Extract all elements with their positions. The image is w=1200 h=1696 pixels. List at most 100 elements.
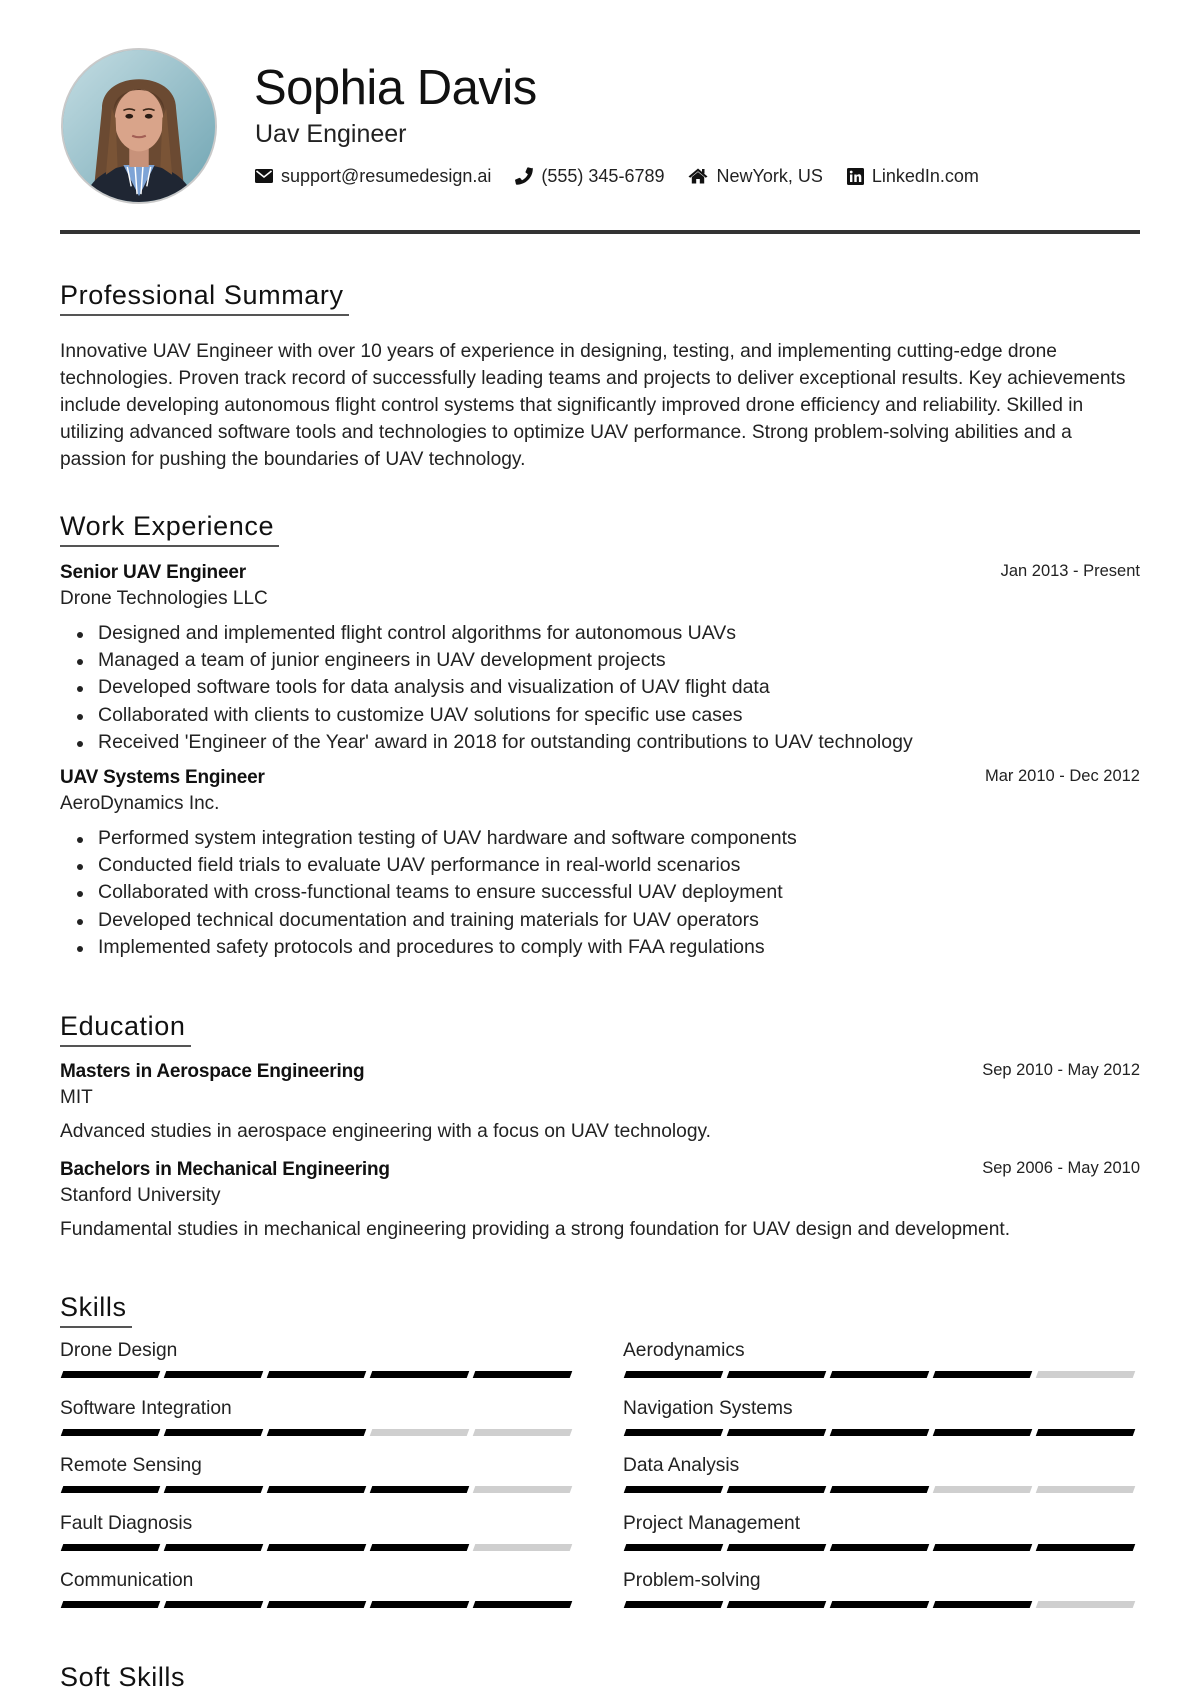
skill-segment-filled	[726, 1371, 827, 1378]
skill-name: Data Analysis	[623, 1455, 740, 1476]
skill-segment-filled	[60, 1601, 161, 1608]
education-date: Sep 2010 - May 2012	[982, 1061, 1140, 1079]
education-description: Fundamental studies in mechanical engine…	[60, 1219, 1011, 1240]
skill-segment-filled	[266, 1428, 367, 1436]
education-section: Education Masters in Aerospace Engineeri…	[60, 1009, 1140, 1243]
skill-name: Aerodynamics	[623, 1340, 745, 1361]
skill-segment-filled	[369, 1486, 470, 1493]
skill-segment-empty	[1035, 1486, 1136, 1493]
candidate-title: Uav Engineer	[255, 120, 407, 148]
contact-email-text: support@resumedesign.ai	[281, 166, 492, 186]
skill-level-bar	[60, 1543, 575, 1551]
skill-segment-filled	[163, 1486, 264, 1493]
resume-page: Sophia Davis Uav Engineer support@resume…	[60, 0, 1140, 1692]
skill-segment-empty	[1035, 1601, 1136, 1608]
skill-level-bar	[60, 1486, 575, 1493]
skill-segment-filled	[60, 1543, 161, 1551]
skill-item: Communication	[60, 1568, 575, 1626]
skill-segment-filled	[932, 1371, 1033, 1378]
work-experience-section: Work Experience Senior UAV Engineer Jan …	[60, 509, 1140, 961]
skill-segment-filled	[369, 1601, 470, 1608]
contact-email[interactable]: support@resumedesign.ai	[255, 164, 491, 188]
skill-name: Remote Sensing	[60, 1455, 202, 1476]
section-title-work: Work Experience	[60, 509, 280, 547]
skill-segment-filled	[829, 1543, 930, 1551]
job-bullets: Designed and implemented flight control …	[60, 620, 1140, 756]
job-bullet: Developed technical documentation and tr…	[60, 907, 1140, 934]
avatar	[61, 48, 217, 204]
skill-segment-filled	[932, 1601, 1033, 1608]
job-bullet: Collaborated with cross-functional teams…	[60, 879, 1140, 906]
contact-linkedin[interactable]: LinkedIn.com	[846, 164, 979, 188]
skill-segment-empty	[932, 1486, 1033, 1493]
skill-segment-filled	[726, 1428, 827, 1436]
degree-title: Masters in Aerospace Engineering	[60, 1061, 365, 1082]
section-title-soft-skills: Soft Skills	[60, 1662, 186, 1692]
skill-item: Data Analysis	[623, 1453, 1138, 1511]
skill-segment-filled	[726, 1543, 827, 1551]
school-name: Stanford University	[60, 1185, 221, 1206]
job-company: AeroDynamics Inc.	[60, 793, 220, 815]
contact-location-text: NewYork, US	[716, 166, 823, 186]
skill-segment-filled	[829, 1486, 930, 1493]
skill-segment-filled	[1035, 1543, 1136, 1551]
skill-segment-filled	[726, 1486, 827, 1493]
section-title-education: Education	[60, 1009, 191, 1047]
skill-item: Software Integration	[60, 1396, 575, 1454]
linkedin-icon	[846, 167, 864, 185]
education-description: Advanced studies in aerospace engineerin…	[60, 1121, 712, 1142]
skill-level-bar	[60, 1428, 575, 1436]
skill-segment-empty	[369, 1428, 470, 1436]
skill-segment-filled	[932, 1543, 1033, 1551]
job-bullets: Performed system integration testing of …	[60, 825, 1140, 961]
contact-phone[interactable]: (555) 345-6789	[515, 164, 664, 188]
degree-title: Bachelors in Mechanical Engineering	[60, 1159, 390, 1180]
skill-segment-empty	[472, 1486, 573, 1493]
skill-segment-filled	[369, 1371, 470, 1378]
skill-level-bar	[60, 1371, 575, 1378]
contact-location: NewYork, US	[688, 164, 823, 188]
skill-segment-filled	[266, 1601, 367, 1608]
skill-segment-filled	[60, 1428, 161, 1436]
soft-skills-section: Soft Skills	[60, 1660, 1140, 1696]
skill-name: Communication	[60, 1570, 194, 1591]
skill-segment-filled	[1035, 1428, 1136, 1436]
skill-name: Drone Design	[60, 1340, 178, 1361]
contact-linkedin-text: LinkedIn.com	[871, 166, 979, 186]
job-entry: Senior UAV Engineer Jan 2013 - Present D…	[60, 560, 1140, 756]
professional-summary-section: Professional Summary Innovative UAV Engi…	[60, 278, 1140, 473]
contact-info: support@resumedesign.ai (555) 345-6789 N…	[255, 164, 979, 188]
job-bullet: Developed software tools for data analys…	[60, 674, 1140, 701]
skill-segment-filled	[60, 1486, 161, 1493]
skill-segment-filled	[472, 1601, 573, 1608]
skill-level-bar	[623, 1428, 1138, 1436]
education-entry: Bachelors in Mechanical Engineering Sep …	[60, 1157, 1140, 1243]
skill-level-bar	[623, 1601, 1138, 1608]
job-bullet: Managed a team of junior engineers in UA…	[60, 647, 1140, 674]
header-divider	[60, 230, 1140, 234]
skill-segment-filled	[163, 1428, 264, 1436]
job-title: UAV Systems Engineer	[60, 767, 265, 789]
skill-segment-filled	[623, 1428, 724, 1436]
education-date: Sep 2006 - May 2010	[982, 1159, 1140, 1177]
job-bullet: Received 'Engineer of the Year' award in…	[60, 729, 1140, 756]
education-entry: Masters in Aerospace Engineering Sep 201…	[60, 1059, 1140, 1145]
skill-segment-filled	[163, 1601, 264, 1608]
skill-segment-filled	[829, 1601, 930, 1608]
section-title-skills: Skills	[60, 1290, 132, 1328]
skill-segment-empty	[472, 1543, 573, 1551]
job-bullet: Collaborated with clients to customize U…	[60, 702, 1140, 729]
job-date: Mar 2010 - Dec 2012	[984, 767, 1140, 786]
skill-level-bar	[623, 1486, 1138, 1493]
skill-item: Navigation Systems	[623, 1396, 1138, 1454]
skill-segment-filled	[829, 1428, 930, 1436]
skill-name: Project Management	[623, 1512, 801, 1534]
skill-segment-empty	[472, 1428, 573, 1436]
candidate-name: Sophia Davis	[254, 61, 537, 115]
skill-segment-filled	[266, 1486, 367, 1493]
profile-photo-icon	[63, 50, 215, 202]
skill-segment-filled	[623, 1371, 724, 1378]
skill-name: Problem-solving	[623, 1570, 761, 1591]
skills-grid: Drone Design Aerodynamics Software Integra…	[60, 1338, 1140, 1626]
resume-header: Sophia Davis Uav Engineer support@resume…	[60, 0, 1140, 235]
